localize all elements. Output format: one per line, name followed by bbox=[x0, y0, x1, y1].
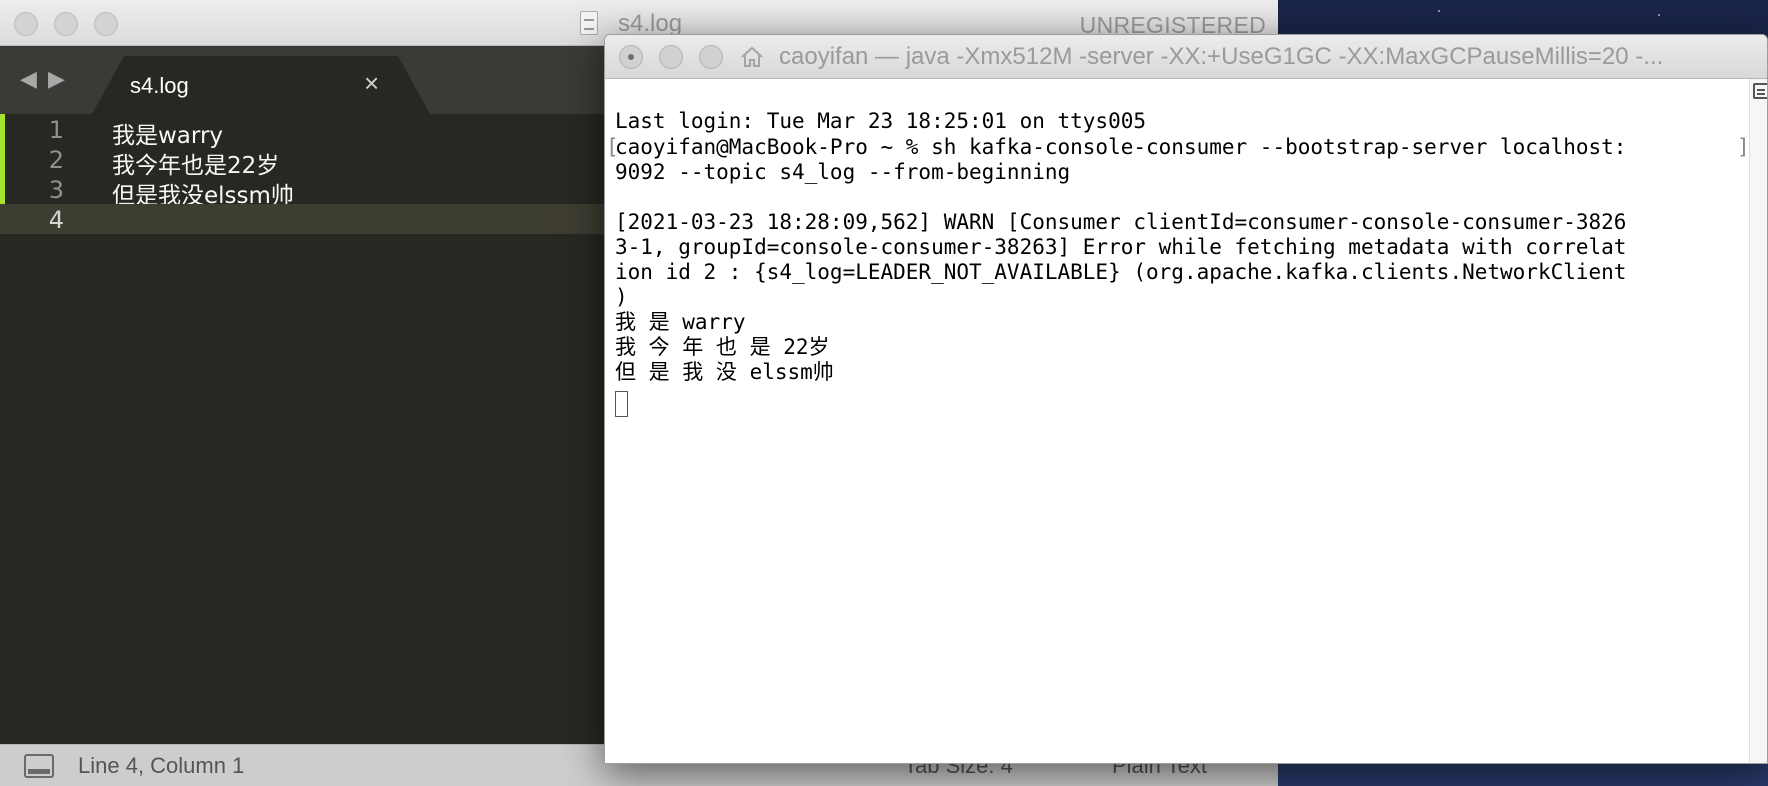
line-number: 2 bbox=[48, 146, 64, 174]
close-window-button[interactable] bbox=[14, 12, 38, 36]
cursor-position: Line 4, Column 1 bbox=[78, 753, 245, 778]
terminal-line: 9092 --topic s4_log --from-beginning bbox=[615, 160, 1071, 184]
wallpaper-star bbox=[1658, 14, 1660, 16]
zoom-window-button[interactable] bbox=[699, 45, 723, 69]
back-arrow-icon[interactable]: ◀ bbox=[20, 68, 37, 90]
line-bracket-right: ] bbox=[1737, 135, 1750, 159]
terminal-line: caoyifan@MacBook-Pro ~ % sh kafka-consol… bbox=[615, 135, 1627, 159]
terminal-line: ) bbox=[615, 285, 628, 309]
close-window-button[interactable] bbox=[619, 45, 643, 69]
line-number: 4 bbox=[48, 206, 64, 234]
terminal-line: Last login: Tue Mar 23 18:25:01 on ttys0… bbox=[615, 109, 1147, 133]
terminal-titlebar: caoyifan — java -Xmx512M -server -XX:+Us… bbox=[605, 35, 1767, 79]
minimize-window-button[interactable] bbox=[659, 45, 683, 69]
terminal-scrollbar[interactable] bbox=[1749, 79, 1767, 763]
panel-toggle-icon[interactable] bbox=[24, 754, 54, 778]
terminal-title: caoyifan — java -Xmx512M -server -XX:+Us… bbox=[779, 43, 1664, 70]
document-icon bbox=[580, 11, 598, 35]
terminal-line: 我 是 warry bbox=[615, 310, 746, 334]
terminal-line: 3-1, groupId=console-consumer-38263] Err… bbox=[615, 235, 1627, 259]
terminal-line: ion id 2 : {s4_log=LEADER_NOT_AVAILABLE}… bbox=[615, 260, 1627, 284]
terminal-cursor bbox=[615, 391, 628, 417]
terminal-line: 但 是 我 没 elssm帅 bbox=[615, 360, 834, 384]
tab-label: s4.log bbox=[130, 73, 189, 98]
forward-arrow-icon[interactable]: ▶ bbox=[48, 68, 65, 90]
line-number: 1 bbox=[48, 116, 64, 144]
home-icon bbox=[739, 45, 765, 69]
tab-s4-log[interactable]: s4.log × bbox=[92, 56, 430, 114]
zoom-window-button[interactable] bbox=[94, 12, 118, 36]
minimize-window-button[interactable] bbox=[54, 12, 78, 36]
wallpaper-star bbox=[1438, 10, 1440, 12]
terminal-line: 我 今 年 也 是 22岁 bbox=[615, 335, 830, 359]
split-pane-icon[interactable] bbox=[1753, 83, 1767, 99]
line-number: 3 bbox=[48, 176, 64, 204]
terminal-line: [2021-03-23 18:28:09,562] WARN [Consumer… bbox=[615, 210, 1627, 234]
terminal-window: caoyifan — java -Xmx512M -server -XX:+Us… bbox=[604, 34, 1768, 764]
close-tab-icon[interactable]: × bbox=[364, 70, 379, 96]
terminal-output[interactable]: [ ] Last login: Tue Mar 23 18:25:01 on t… bbox=[605, 79, 1750, 763]
